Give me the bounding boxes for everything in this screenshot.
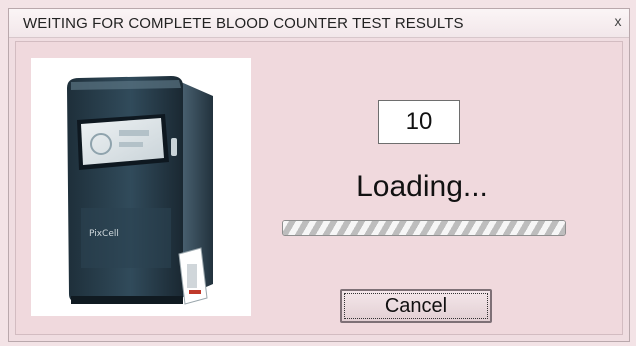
progress-bar-fill bbox=[283, 221, 565, 235]
countdown-counter: 10 bbox=[378, 100, 460, 144]
close-icon[interactable]: x bbox=[611, 13, 625, 29]
loading-status-text: Loading... bbox=[356, 170, 488, 203]
device-image: PixCell bbox=[31, 58, 251, 316]
dialog-content: PixCell 10 Loading... Cancel bbox=[15, 41, 623, 335]
dialog-window: WEITING FOR COMPLETE BLOOD COUNTER TEST … bbox=[8, 8, 630, 342]
window-title: WEITING FOR COMPLETE BLOOD COUNTER TEST … bbox=[23, 15, 464, 32]
blood-analyzer-device-image: PixCell bbox=[67, 76, 213, 305]
progress-bar bbox=[282, 220, 566, 236]
title-bar[interactable]: WEITING FOR COMPLETE BLOOD COUNTER TEST … bbox=[9, 9, 629, 38]
device-brand-label: PixCell bbox=[89, 229, 119, 239]
cancel-button[interactable]: Cancel bbox=[340, 289, 492, 323]
